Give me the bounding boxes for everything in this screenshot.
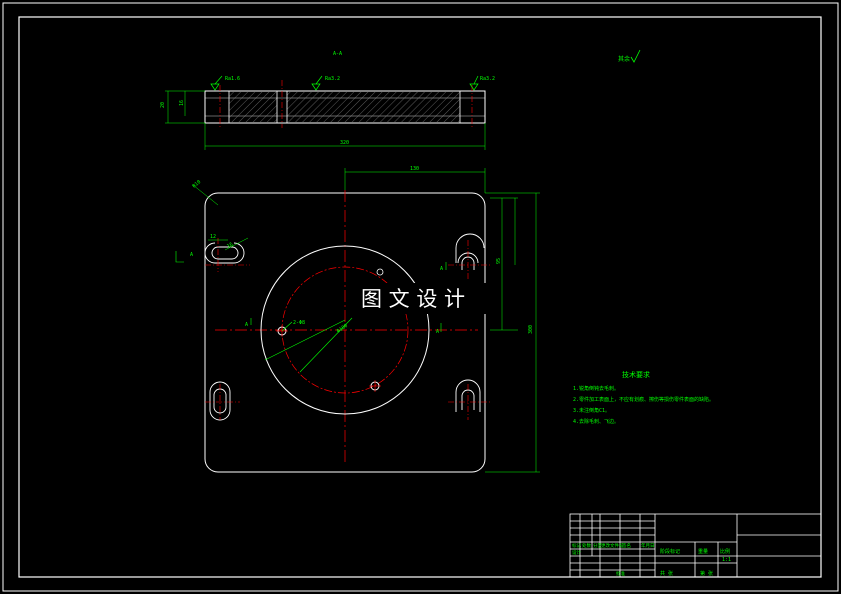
section-view	[204, 80, 486, 128]
svg-text:Ra3.2: Ra3.2	[325, 76, 340, 82]
section-view-label: A-A	[333, 51, 342, 57]
svg-text:阶段标记: 阶段标记	[660, 548, 680, 555]
svg-text:320: 320	[340, 140, 349, 146]
top-horizontal-dimension: 130	[344, 166, 486, 193]
svg-text:第 张: 第 张	[700, 570, 713, 577]
svg-text:16: 16	[179, 100, 185, 106]
svg-text:共 张: 共 张	[660, 570, 673, 577]
svg-text:标记: 标记	[572, 542, 581, 549]
hatch-right	[287, 92, 460, 122]
svg-text:设计: 设计	[572, 549, 581, 556]
svg-text:比例: 比例	[720, 548, 730, 555]
svg-text:20: 20	[160, 102, 166, 108]
tech-requirement-1: 1.锐角倒钝去毛刺。	[573, 385, 619, 392]
svg-text:300: 300	[528, 325, 534, 334]
tech-requirement-2: 2.零件加工表面上，不应有划痕、擦伤等损伤零件表面的缺陷。	[573, 396, 714, 403]
overall-width-dimension: 320	[204, 123, 486, 150]
plan-view	[204, 190, 490, 473]
svg-text:95: 95	[496, 258, 502, 264]
tech-requirements-title: 技术要求	[622, 370, 650, 379]
svg-text:重量: 重量	[698, 548, 708, 555]
slot-bottom-left	[205, 381, 240, 421]
svg-text:2-Φ8: 2-Φ8	[293, 320, 305, 326]
thickness-dimension: 20 16	[160, 90, 205, 124]
svg-text:A: A	[190, 252, 193, 258]
svg-text:A: A	[436, 329, 439, 335]
svg-text:130: 130	[410, 166, 419, 172]
svg-text:Φ180: Φ180	[336, 323, 349, 335]
svg-text:图 文 设 计: 图 文 设 计	[361, 287, 465, 311]
svg-text:R10: R10	[191, 179, 202, 189]
tech-requirements: 技术要求 1.锐角倒钝去毛刺。 2.零件加工表面上，不应有划痕、擦伤等损伤零件表…	[573, 370, 714, 425]
svg-text:其余: 其余	[618, 55, 630, 63]
slot-bottom-right	[448, 379, 490, 420]
title-block-labels: 标记 处数 分区 更改文件号 签名 年月日 设计 批准 阶段标记 重量 比例 1…	[572, 542, 731, 577]
tech-requirement-4: 4.去除毛刺、飞边。	[573, 418, 619, 425]
engineering-drawing: A-A 其余 Ra1.6 Ra3.2 Ra3.2 20 16 320 130 3…	[2, 2, 839, 592]
roughness-marks: Ra1.6 Ra3.2 Ra3.2	[210, 75, 495, 91]
right-vertical-dimension: 95	[490, 197, 518, 331]
general-roughness-note: 其余	[618, 49, 641, 63]
svg-text:12: 12	[210, 234, 216, 240]
svg-text:年月日: 年月日	[641, 542, 655, 549]
slot-top-right	[448, 233, 490, 280]
overall-height-dimension: 300	[485, 192, 540, 473]
svg-text:Ra1.6: Ra1.6	[225, 76, 240, 82]
watermark: 图 文 设 计	[355, 283, 493, 314]
top-left-annotations: R10 12 16 2-Φ8 Φ180	[191, 179, 349, 335]
svg-text:更改文件号: 更改文件号	[601, 542, 624, 549]
hatch-left	[229, 92, 277, 122]
svg-text:处数: 处数	[582, 542, 591, 549]
svg-text:Ra3.2: Ra3.2	[480, 76, 495, 82]
svg-text:批准: 批准	[616, 570, 625, 577]
tech-requirement-3: 3.未注倒角C1。	[573, 407, 610, 414]
svg-text:A: A	[245, 322, 248, 328]
svg-text:16: 16	[226, 242, 234, 250]
svg-text:1:1: 1:1	[722, 557, 731, 563]
svg-text:签名: 签名	[622, 542, 631, 549]
svg-text:A: A	[440, 266, 443, 272]
